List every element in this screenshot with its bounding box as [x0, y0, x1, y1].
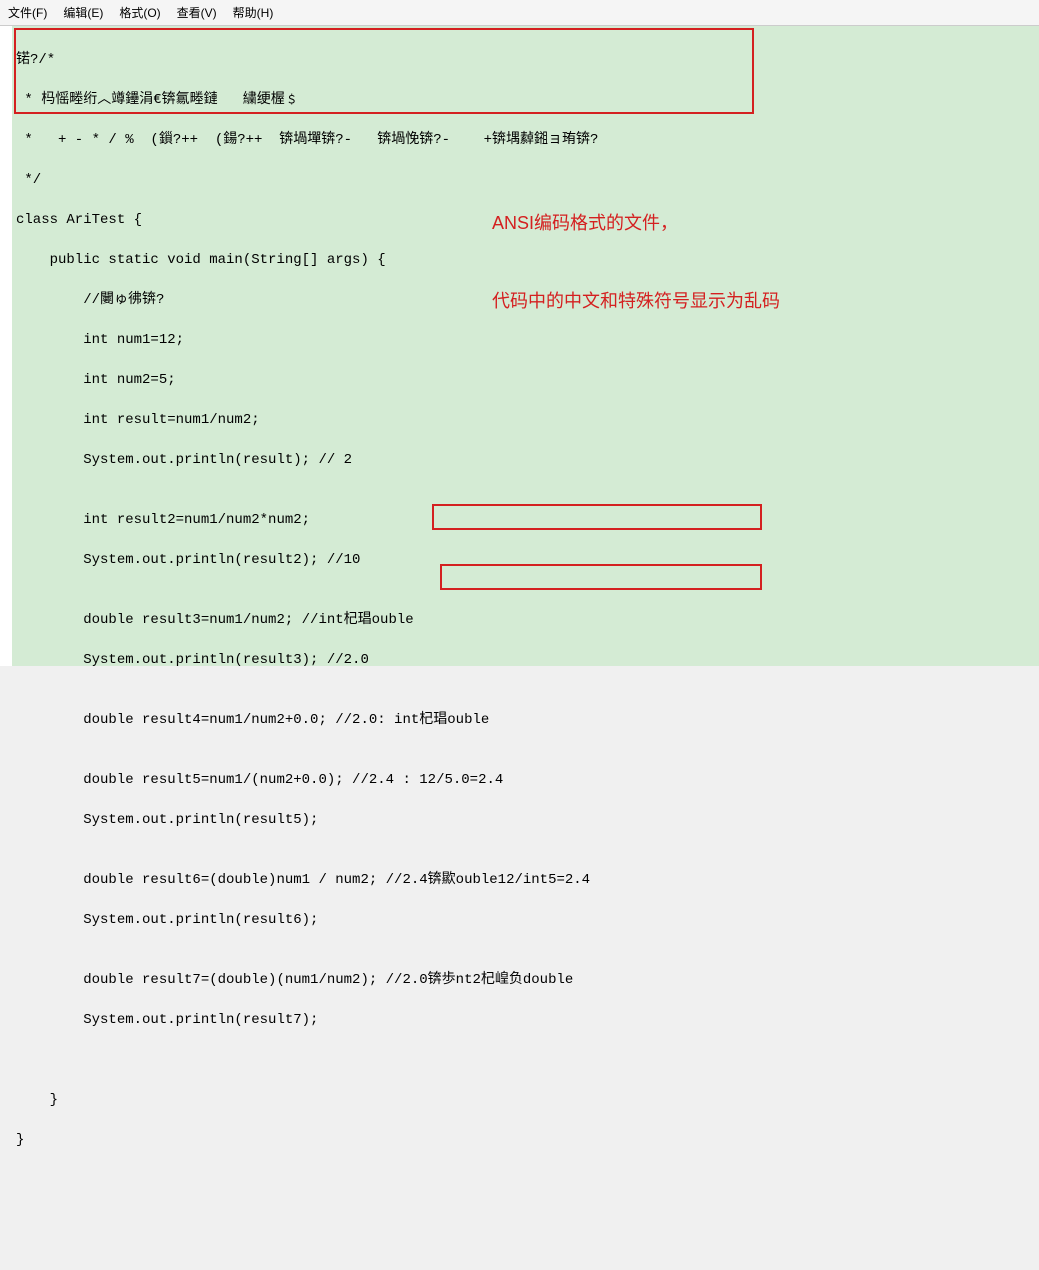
menu-view[interactable]: 查看(V) — [173, 2, 221, 23]
menu-format[interactable]: 格式(O) — [115, 2, 164, 23]
code-line: int num1=12; — [16, 330, 1039, 350]
menubar: 文件(F) 编辑(E) 格式(O) 查看(V) 帮助(H) — [0, 0, 1039, 26]
code-line: //闄ゅ彿锛? — [16, 290, 1039, 310]
code-line: * + - * / % (鎻?++ (鍚?++ 锛堝墠锛?- 锛堝悗锛?- +锛… — [16, 130, 1039, 150]
code-line: double result4=num1/num2+0.0; //2.0: int… — [16, 710, 1039, 730]
code-line: } — [16, 1130, 1039, 1150]
menu-edit[interactable]: 编辑(E) — [59, 2, 107, 23]
code-line: * 杩愮畻绗︿竴鑸涓€锛氱畻鏈 繍绠楃﹩ — [16, 90, 1039, 110]
code-line: } — [16, 1090, 1039, 1110]
code-line: System.out.println(result); // 2 — [16, 450, 1039, 470]
code-line: double result7=(double)(num1/num2); //2.… — [16, 970, 1039, 990]
code-line: int num2=5; — [16, 370, 1039, 390]
code-line: 锘?/* — [16, 50, 1039, 70]
code-line: System.out.println(result2); //10 — [16, 550, 1039, 570]
code-line: class AriTest { — [16, 210, 1039, 230]
code-line: double result3=num1/num2; //int杞琩ouble — [16, 610, 1039, 630]
menu-help[interactable]: 帮助(H) — [229, 2, 278, 23]
menu-file[interactable]: 文件(F) — [4, 2, 51, 23]
code-line: System.out.println(result3); //2.0 — [16, 650, 1039, 670]
code-line: */ — [16, 170, 1039, 190]
code-line: int result=num1/num2; — [16, 410, 1039, 430]
code-line: System.out.println(result6); — [16, 910, 1039, 930]
code-line: public static void main(String[] args) { — [16, 250, 1039, 270]
code-line: System.out.println(result5); — [16, 810, 1039, 830]
code-line: double result5=num1/(num2+0.0); //2.4 : … — [16, 770, 1039, 790]
code-line: double result6=(double)num1 / num2; //2.… — [16, 870, 1039, 890]
code-line: int result2=num1/num2*num2; — [16, 510, 1039, 530]
code-line: System.out.println(result7); — [16, 1010, 1039, 1030]
text-editor[interactable]: 锘?/* * 杩愮畻绗︿竴鑸涓€锛氱畻鏈 繍绠楃﹩ * + - * / % (鎻… — [0, 26, 1039, 666]
